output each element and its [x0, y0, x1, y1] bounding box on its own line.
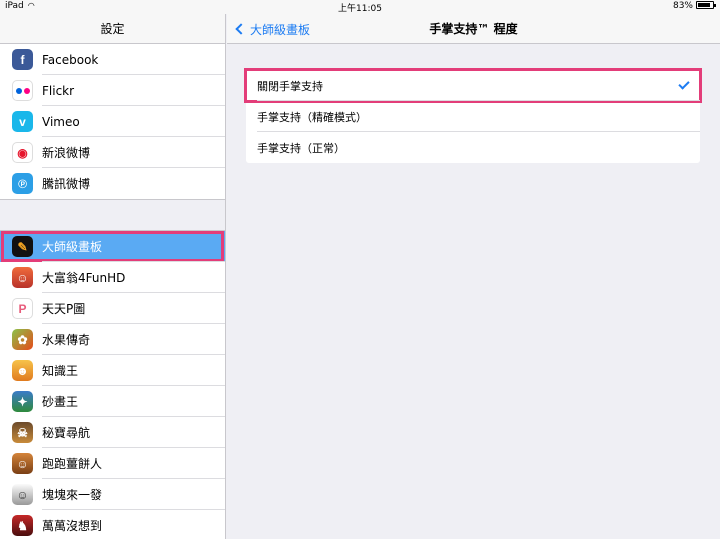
- sidebar-item-label: 知識王: [42, 364, 79, 378]
- sidebar-social-group: f Facebook Flickr v Vimeo ◉ 新浪微博 ℗ 騰訊微博: [0, 24, 225, 199]
- sidebar-item-sand-paint[interactable]: ✦ 砂畫王: [0, 386, 225, 417]
- sidebar-item-facebook[interactable]: f Facebook: [0, 44, 225, 75]
- weibo-icon: ◉: [12, 142, 33, 163]
- sidebar-item-label: 大師級畫板: [42, 240, 103, 254]
- sidebar-group-separator: [0, 199, 225, 231]
- detail-pane: 手掌支持™ 程度 大師級畫板 關閉手掌支持 手掌支持（精確模式） 手掌支持（正常…: [227, 14, 720, 539]
- sidebar-item-wanwan[interactable]: ♞ 萬萬沒想到: [0, 510, 225, 539]
- vimeo-icon: v: [12, 111, 33, 132]
- option-palm-support-normal[interactable]: 手掌支持（正常）: [246, 132, 700, 163]
- nav-bar: 手掌支持™ 程度 大師級畫板: [227, 14, 720, 44]
- option-label: 手掌支持（精確模式）: [257, 110, 367, 124]
- settings-sidebar: 設定 f Facebook Flickr v Vimeo ◉ 新浪微博 ℗ 騰訊…: [0, 14, 226, 539]
- sidebar-item-rich[interactable]: ☺ 大富翁4FunHD: [0, 262, 225, 293]
- sidebar-item-label: 砂畫王: [42, 395, 79, 409]
- wanwan-app-icon: ♞: [12, 515, 33, 536]
- sidebar-item-label: 跑跑薑餅人: [42, 457, 103, 471]
- status-bar: iPad ◠ 上午11:05 83%: [0, 0, 720, 14]
- sidebar-item-vimeo[interactable]: v Vimeo: [0, 106, 225, 137]
- tencent-weibo-icon: ℗: [12, 173, 33, 194]
- ttpic-app-icon: P: [12, 298, 33, 319]
- sidebar-item-fruit[interactable]: ✿ 水果傳奇: [0, 324, 225, 355]
- sidebar-item-label: 萬萬沒想到: [42, 519, 103, 533]
- sidebar-item-quiz[interactable]: ☻ 知識王: [0, 355, 225, 386]
- sidebar-item-master-paint[interactable]: ✎ 大師級畫板: [0, 231, 225, 262]
- sidebar-item-sina-weibo[interactable]: ◉ 新浪微博: [0, 137, 225, 168]
- rich-game-app-icon: ☺: [12, 267, 33, 288]
- option-palm-support-off[interactable]: 關閉手掌支持: [244, 68, 702, 103]
- flickr-icon: [12, 80, 33, 101]
- back-label: 大師級畫板: [250, 22, 311, 37]
- sidebar-item-flickr[interactable]: Flickr: [0, 75, 225, 106]
- sidebar-item-label: 水果傳奇: [42, 333, 91, 347]
- paint-brush-app-icon: ✎: [12, 236, 33, 257]
- quiz-app-icon: ☻: [12, 360, 33, 381]
- sand-paint-app-icon: ✦: [12, 391, 33, 412]
- status-time: 上午11:05: [338, 4, 382, 14]
- sidebar-item-treasure[interactable]: ☠ 秘寶尋航: [0, 417, 225, 448]
- sidebar-item-label: Facebook: [42, 52, 99, 67]
- sidebar-item-label: 秘寶尋航: [42, 426, 91, 440]
- sidebar-item-label: 騰訊微博: [42, 177, 91, 191]
- sidebar-item-tencent-weibo[interactable]: ℗ 騰訊微博: [0, 168, 225, 199]
- battery-icon: [696, 1, 716, 9]
- sidebar-item-block-game[interactable]: ☺ 塊塊來一發: [0, 479, 225, 510]
- sidebar-item-ttpic[interactable]: P 天天P圖: [0, 293, 225, 324]
- sidebar-item-label: Vimeo: [42, 114, 80, 129]
- option-label: 關閉手掌支持: [257, 79, 323, 93]
- status-right: 83%: [672, 1, 716, 11]
- treasure-app-icon: ☠: [12, 422, 33, 443]
- sidebar-item-label: 新浪微博: [42, 146, 91, 160]
- chevron-left-icon: [235, 23, 247, 35]
- sidebar-item-cookie-run[interactable]: ☺ 跑跑薑餅人: [0, 448, 225, 479]
- sidebar-item-label: 天天P圖: [42, 302, 86, 316]
- highlight-frame: [1, 231, 224, 262]
- block-game-app-icon: ☺: [12, 484, 33, 505]
- battery-percent: 83%: [672, 1, 693, 11]
- cookie-run-app-icon: ☺: [12, 453, 33, 474]
- sidebar-title: 設定: [0, 14, 225, 44]
- fruit-game-app-icon: ✿: [12, 329, 33, 350]
- palm-support-options: 關閉手掌支持 手掌支持（精確模式） 手掌支持（正常）: [244, 68, 702, 163]
- back-button[interactable]: 大師級畫板: [233, 14, 310, 44]
- facebook-icon: f: [12, 49, 33, 70]
- option-palm-support-precise[interactable]: 手掌支持（精確模式）: [246, 101, 700, 132]
- sidebar-item-label: Flickr: [42, 83, 75, 98]
- sidebar-item-label: 大富翁4FunHD: [42, 271, 126, 285]
- sidebar-apps-group: ✎ 大師級畫板 ☺ 大富翁4FunHD P 天天P圖 ✿ 水果傳奇 ☻ 知識王 …: [0, 231, 225, 539]
- sidebar-item-label: 塊塊來一發: [42, 488, 103, 502]
- checkmark-icon: [678, 78, 690, 90]
- option-label: 手掌支持（正常）: [257, 141, 345, 155]
